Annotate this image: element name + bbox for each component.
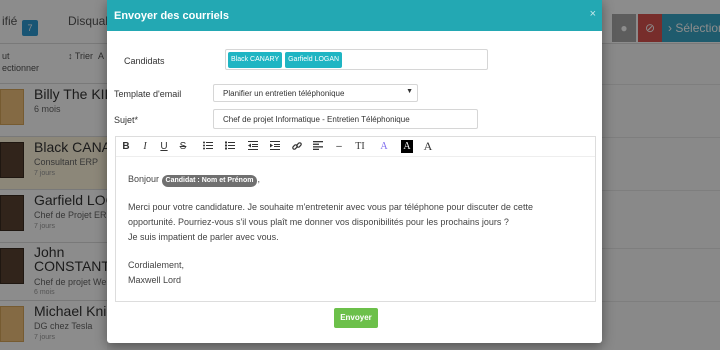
template-label: Template d'email [114, 89, 182, 99]
outdent-icon[interactable] [247, 140, 259, 153]
message-line: Merci pour votre candidature. Je souhait… [128, 202, 533, 212]
align-left-icon[interactable] [312, 140, 324, 153]
caret-down-icon: ▼ [406, 88, 413, 95]
merge-tag[interactable]: Candidat : Nom et Prénom [161, 175, 258, 187]
recipient-tag[interactable]: Garfield LOGAN [285, 52, 343, 68]
font-size-icon[interactable]: A [422, 140, 434, 153]
subject-value: Chef de projet Informatique - Entretien … [223, 115, 410, 124]
recipient-tag[interactable]: Black CANARY [228, 52, 283, 68]
candidats-label: Candidats [124, 56, 165, 66]
message-greeting: Bonjour Candidat : Nom et Prénom, [128, 174, 260, 187]
modal-title: Envoyer des courriels [114, 10, 229, 22]
template-select[interactable]: Planifier un entretien téléphonique ▼ [213, 84, 418, 102]
bullet-list-icon[interactable] [202, 140, 214, 153]
strikethrough-icon[interactable]: S [177, 140, 189, 153]
heading-icon[interactable]: TI [354, 140, 366, 153]
message-closing: Cordialement, [128, 260, 185, 270]
horizontal-rule-icon[interactable]: – [333, 140, 345, 153]
background-color-icon[interactable]: A [401, 140, 413, 153]
message-line: Je suis impatient de parler avec vous. [128, 232, 279, 242]
subject-label: Sujet* [114, 115, 139, 125]
email-modal: Envoyer des courriels × Candidats Black … [107, 0, 602, 343]
greeting-text: Bonjour [128, 174, 160, 184]
modal-header: Envoyer des courriels × [107, 0, 602, 31]
message-editor[interactable]: B I U S – TI A A A Bonjour Candidat: No… [115, 136, 596, 302]
italic-icon[interactable]: I [139, 140, 151, 153]
recipients-field[interactable]: Black CANARY Garfield LOGAN [225, 49, 488, 70]
message-signature: Maxwell Lord [128, 275, 182, 285]
subject-input[interactable]: Chef de projet Informatique - Entretien … [213, 109, 478, 129]
numbered-list-icon[interactable] [224, 140, 236, 153]
bold-icon[interactable]: B [120, 140, 132, 153]
template-value: Planifier un entretien téléphonique [223, 89, 345, 98]
font-color-icon[interactable]: A [378, 140, 390, 153]
greeting-end: , [257, 174, 260, 184]
link-icon[interactable] [291, 140, 303, 153]
close-icon[interactable]: × [590, 8, 596, 20]
editor-toolbar: B I U S – TI A A A [116, 137, 595, 157]
message-line: opportunité. Pourriez-vous s'il vous pla… [128, 217, 509, 227]
indent-icon[interactable] [269, 140, 281, 153]
send-button[interactable]: Envoyer [334, 308, 378, 328]
underline-icon[interactable]: U [158, 140, 170, 153]
